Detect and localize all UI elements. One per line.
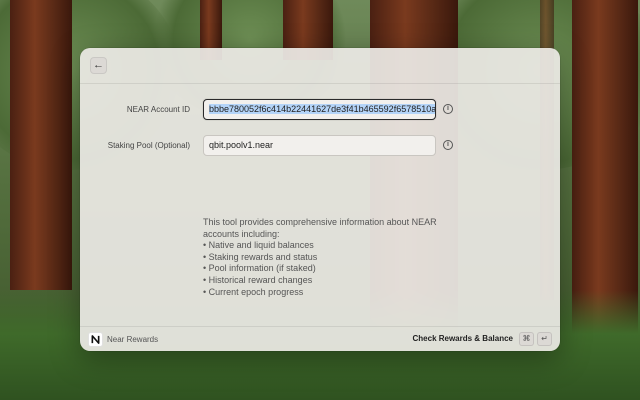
list-item: • Current epoch progress (203, 286, 304, 297)
list-item: • Native and liquid balances (203, 240, 314, 251)
description-text: This tool provides comprehensive informa… (203, 217, 453, 298)
arrow-left-icon: ← (93, 59, 104, 71)
staking-pool-field[interactable]: qbit.poolv1.near (203, 135, 436, 156)
near-logo-icon (88, 332, 103, 347)
list-item: • Staking rewards and status (203, 251, 318, 262)
list-item: • Pool information (if staked) (203, 263, 316, 274)
staking-pool-label: Staking Pool (Optional) (107, 141, 190, 150)
app-name: Near Rewards (107, 335, 159, 344)
info-icon[interactable]: i (443, 104, 453, 114)
description-intro: This tool provides comprehensive informa… (203, 217, 437, 239)
window-header: ← (80, 48, 560, 84)
enter-key-icon: ↵ (537, 332, 552, 346)
info-icon[interactable]: i (443, 140, 453, 150)
extension-window: ← NEAR Account ID bbbe780052f6c414b22441… (80, 48, 560, 351)
back-button[interactable]: ← (90, 57, 107, 74)
action-bar: Near Rewards Check Rewards & Balance ⌘ ↵ (80, 326, 560, 351)
check-rewards-button[interactable]: Check Rewards & Balance (413, 334, 514, 343)
command-key-icon: ⌘ (519, 332, 534, 346)
account-id-field[interactable]: bbbe780052f6c414b22441627de3f41b465592f6… (203, 99, 436, 120)
account-id-label: NEAR Account ID (126, 105, 190, 114)
list-item: • Historical reward changes (203, 274, 313, 285)
account-id-value: bbbe780052f6c414b22441627de3f41b465592f6… (209, 104, 436, 114)
staking-pool-value: qbit.poolv1.near (209, 140, 274, 150)
